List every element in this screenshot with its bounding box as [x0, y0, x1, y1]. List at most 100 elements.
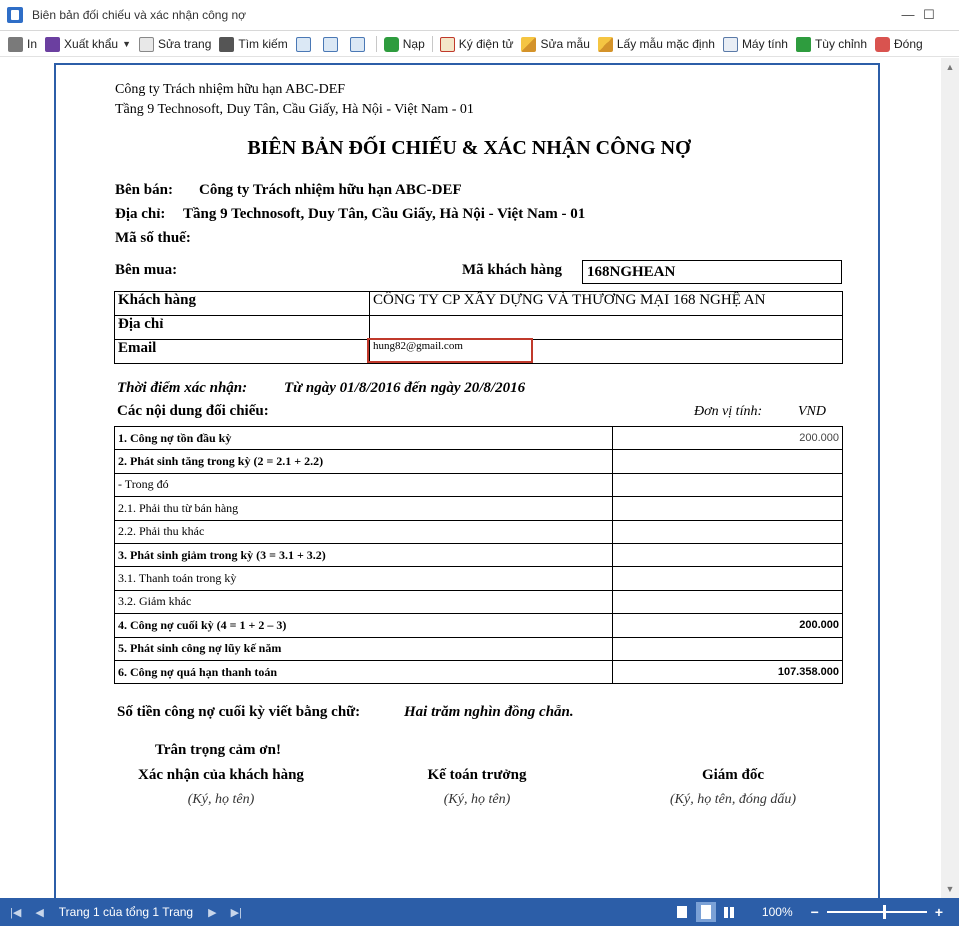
customer-code-box: 168NGHEAN	[582, 260, 842, 284]
row-value: 107.358.000	[612, 659, 843, 685]
next-page-icon[interactable]: ▶	[208, 906, 216, 919]
currency-value: VND	[798, 404, 826, 419]
table-row: 3.1. Thanh toán trong kỳ	[114, 566, 843, 591]
page-info: Trang 1 của tổng 1 Trang	[58, 905, 194, 919]
signature-icon	[439, 36, 455, 52]
row-value	[612, 519, 843, 544]
customer-code-label: Mã khách hàng	[462, 262, 563, 278]
toolbar-separator	[431, 36, 433, 52]
seller-value: Công ty Trách nhiệm hữu hạn ABC-DEF	[199, 182, 462, 198]
row-label: 3.1. Thanh toán trong kỳ	[114, 566, 613, 591]
e-sign-button[interactable]: Ký điện tử	[436, 33, 518, 55]
app-report-icon	[7, 7, 23, 23]
row-value: 200.000	[612, 425, 843, 451]
scroll-down-icon[interactable]: ▼	[941, 880, 959, 898]
company-address: Tầng 9 Technosoft, Duy Tân, Cầu Giấy, Hà…	[115, 102, 474, 117]
period-value: Từ ngày 01/8/2016 đến ngày 20/8/2016	[284, 380, 526, 396]
customize-button[interactable]: Tùy chỉnh	[792, 33, 871, 55]
first-page-icon[interactable]: |◀	[10, 906, 21, 919]
customer-address-label: Địa chỉ	[114, 315, 370, 340]
last-page-icon[interactable]: ▶|	[231, 906, 242, 919]
fit-page-icon	[349, 36, 365, 52]
row-value: 200.000	[612, 613, 843, 638]
view-single-button[interactable]	[292, 33, 319, 55]
row-value	[612, 566, 843, 591]
row-label: 4. Công nợ cuối kỳ (4 = 1 + 2 – 3)	[114, 613, 613, 638]
currency-label: Đơn vị tính:	[694, 404, 763, 419]
customer-address-value	[369, 315, 843, 340]
default-template-button[interactable]: Lấy mẫu mặc định	[594, 33, 719, 55]
scroll-up-icon[interactable]: ▲	[941, 58, 959, 76]
chevron-down-icon[interactable]: ▼	[122, 39, 131, 49]
row-value	[612, 636, 843, 661]
edit-template-button[interactable]: Sửa mẫu	[517, 33, 593, 55]
row-label: 3.2. Giảm khác	[114, 589, 613, 615]
address-label: Địa chỉ:	[115, 206, 166, 222]
zoom-out-icon[interactable]: −	[811, 904, 819, 920]
window-title: Biên bản đối chiếu và xác nhận công nợ	[32, 8, 247, 22]
amount-words-value: Hai trăm nghìn đồng chẵn.	[404, 704, 574, 720]
row-value	[612, 449, 843, 474]
address-value: Tầng 9 Technosoft, Duy Tân, Cầu Giấy, Hà…	[183, 206, 586, 222]
row-label: - Trong đó	[114, 472, 613, 498]
buyer-label: Bên mua:	[115, 262, 178, 278]
company-name: Công ty Trách nhiệm hữu hạn ABC-DEF	[115, 82, 346, 97]
zoom-slider-thumb[interactable]	[882, 905, 886, 919]
page-width-icon	[322, 36, 338, 52]
binoculars-icon	[219, 36, 235, 52]
print-button[interactable]: In	[4, 33, 41, 55]
search-button[interactable]: Tìm kiếm	[215, 33, 291, 55]
table-row: 2.1. Phải thu từ bán hàng	[114, 496, 843, 521]
reconciliation-table: 1. Công nợ tồn đầu kỳ 200.000 2. Phát sinh…	[114, 425, 843, 685]
table-row: Khách hàng CÔNG TY CP XÂY DỰNG VÀ THƯƠNG…	[114, 291, 843, 316]
sign-director-title: Giám đốc	[701, 767, 765, 783]
minimize-button[interactable]: —	[899, 6, 917, 24]
sign-accountant-title: Kế toán trưởng	[427, 767, 527, 783]
continuous-view-icon[interactable]	[695, 902, 716, 922]
period-label: Thời điểm xác nhận:	[117, 380, 248, 396]
sign-accountant-note: (Ký, họ tên)	[443, 792, 511, 807]
row-label: 3. Phát sinh giảm trong kỳ (3 = 3.1 + 3.…	[114, 542, 613, 568]
table-row: 4. Công nợ cuối kỳ (4 = 1 + 2 – 3) 200.00…	[114, 613, 843, 638]
refresh-button[interactable]: Nạp	[380, 33, 429, 55]
multi-page-view-icon[interactable]	[720, 902, 740, 922]
row-value	[612, 542, 843, 568]
table-row: - Trong đó	[114, 472, 843, 498]
tax-code-label: Mã số thuế:	[115, 230, 191, 246]
thanks-text: Trân trọng cảm ơn!	[155, 742, 281, 758]
contents-label: Các nội dung đối chiếu:	[117, 403, 269, 419]
previous-page-icon[interactable]: ◀	[35, 906, 43, 919]
view-width-button[interactable]	[319, 33, 346, 55]
row-value	[612, 589, 843, 615]
single-page-view-icon[interactable]	[672, 902, 692, 922]
close-button[interactable]: Đóng	[871, 33, 927, 55]
sign-customer-note: (Ký, họ tên)	[187, 792, 255, 807]
table-row: 6. Công nợ quá hạn thanh toán 107.358.000	[114, 659, 843, 685]
refresh-icon	[383, 36, 399, 52]
report-page: Công ty Trách nhiệm hữu hạn ABC-DEF Tầng…	[54, 63, 880, 898]
view-controls: 100% − +	[670, 898, 959, 926]
calculator-icon	[722, 36, 738, 52]
edit-page-button[interactable]: Sửa trang	[135, 33, 215, 55]
title-bar: Biên bản đối chiếu và xác nhận công nợ —…	[0, 0, 959, 31]
toolbar: In Xuất khẩu ▼ Sửa trang Tìm kiếm Nạp Ký …	[0, 32, 959, 57]
vertical-scrollbar[interactable]: ▲ ▼	[941, 58, 959, 898]
sign-director-note: (Ký, họ tên, đóng dấu)	[670, 792, 796, 807]
amount-words-label: Số tiền công nợ cuối kỳ viết bằng chữ:	[117, 704, 361, 720]
zoom-slider[interactable]	[826, 905, 927, 919]
row-label: 2.1. Phải thu từ bán hàng	[114, 496, 613, 521]
maximize-button[interactable]: ☐	[920, 6, 938, 24]
export-button[interactable]: Xuất khẩu ▼	[41, 33, 135, 55]
calculator-button[interactable]: Máy tính	[719, 33, 792, 55]
table-row: 2.2. Phải thu khác	[114, 519, 843, 544]
toolbar-separator	[375, 36, 377, 52]
table-row: 1. Công nợ tồn đầu kỳ 200.000	[114, 425, 843, 451]
zoom-in-icon[interactable]: +	[935, 904, 943, 920]
seller-label: Bên bán:	[115, 182, 173, 198]
table-row: Địa chỉ	[114, 315, 843, 340]
view-fit-button[interactable]	[346, 33, 373, 55]
page-view-icon	[295, 36, 311, 52]
customer-email-label: Email	[114, 339, 370, 364]
row-label: 2. Phát sinh tăng trong kỳ (2 = 2.1 + 2.…	[114, 449, 613, 474]
sign-customer-title: Xác nhận của khách hàng	[138, 767, 304, 783]
